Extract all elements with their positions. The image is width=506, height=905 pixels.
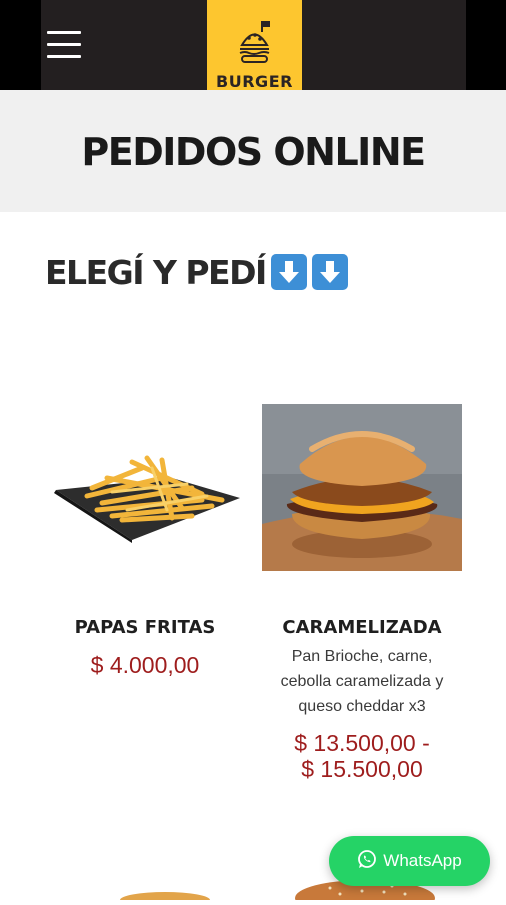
- product-card[interactable]: PAPAS FRITAS $ 4.000,00: [40, 400, 250, 700]
- price-line: $ 15.500,00: [301, 756, 423, 782]
- product-name[interactable]: PAPAS FRITAS: [40, 617, 250, 638]
- whatsapp-icon: [357, 849, 377, 874]
- product-description: Pan Brioche, carne, cebolla caramelizada…: [257, 644, 467, 719]
- description-line: cebolla caramelizada y: [280, 673, 444, 690]
- down-arrow-emoji-icon: [270, 254, 307, 290]
- product-price: $ 4.000,00: [90, 652, 200, 678]
- page-title: PEDIDOS ONLINE: [81, 130, 426, 174]
- price-line: $ 13.500,00 -: [294, 730, 430, 756]
- section-title-text: ELEGÍ Y PEDÍ: [45, 252, 267, 292]
- hero-banner: PEDIDOS ONLINE: [0, 90, 506, 212]
- down-arrow-emoji-icon: [311, 254, 348, 290]
- hamburger-menu-icon[interactable]: [47, 31, 81, 59]
- product-card[interactable]: CARAMELIZADA Pan Brioche, carne, cebolla…: [257, 400, 467, 790]
- whatsapp-button[interactable]: WhatsApp: [329, 836, 490, 886]
- whatsapp-label: WhatsApp: [383, 851, 462, 870]
- section-heading: ELEGÍ Y PEDÍ: [45, 250, 348, 294]
- burger-image[interactable]: [262, 404, 462, 571]
- description-line: Pan Brioche, carne,: [291, 648, 433, 665]
- description-line: queso cheddar x3: [298, 698, 426, 715]
- product-name[interactable]: CARAMELIZADA: [257, 617, 467, 638]
- logo-text: BURGER: [216, 72, 293, 91]
- product-price: $ 13.500,00 - $ 15.500,00: [257, 730, 467, 782]
- french-fries-image[interactable]: [52, 448, 242, 543]
